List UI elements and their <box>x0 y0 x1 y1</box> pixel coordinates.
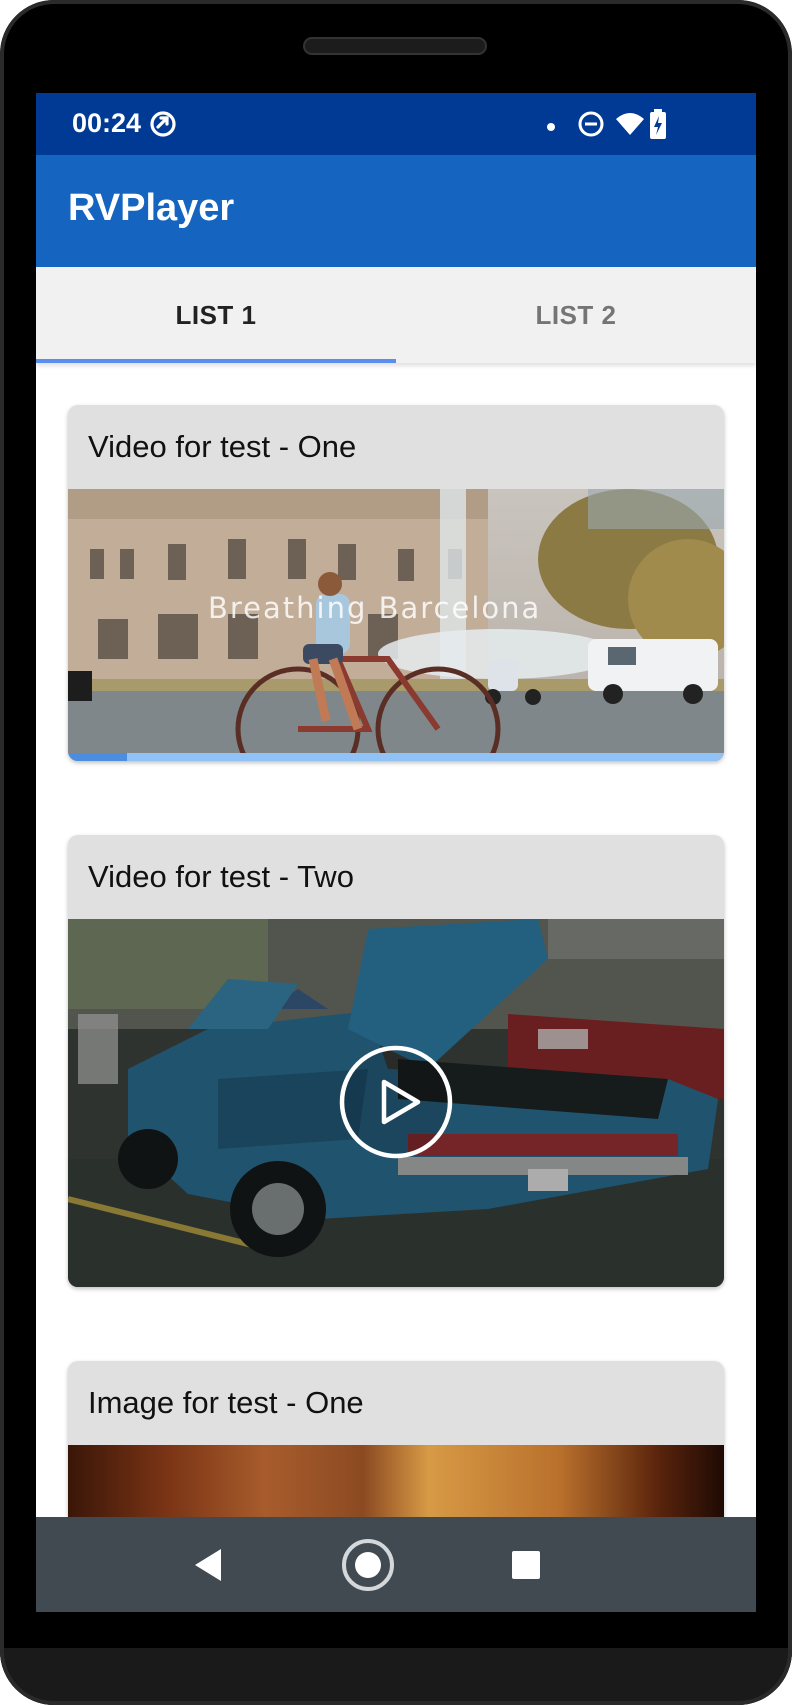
media-card-video-two[interactable]: Video for test - Two <box>68 835 724 1287</box>
video-thumbnail-barcelona <box>68 489 724 761</box>
video-player[interactable] <box>68 919 724 1287</box>
do-not-disturb-icon <box>576 105 606 148</box>
video-player[interactable]: Breathing Barcelona <box>68 489 724 761</box>
notification-dot-icon <box>546 119 556 137</box>
play-circle-icon[interactable] <box>338 1044 454 1160</box>
recents-icon[interactable] <box>498 1537 554 1593</box>
status-time: 00:24 <box>72 108 142 138</box>
app-bar: RVPlayer <box>36 155 756 267</box>
video-progress-bar[interactable] <box>68 753 724 761</box>
video-progress-fill <box>68 753 128 761</box>
phone-frame: 00:24 RVPlayer LIST 1 LIST 2 Video for t… <box>0 0 792 1705</box>
battery-charging-icon <box>648 105 668 148</box>
app-title: RVPlayer <box>68 187 235 229</box>
earpiece-speaker <box>303 37 487 55</box>
navigation-bar <box>36 1517 756 1612</box>
status-bar: 00:24 <box>36 93 756 155</box>
screen: 00:24 RVPlayer LIST 1 LIST 2 Video for t… <box>36 93 756 1612</box>
card-title: Image for test - One <box>88 1385 364 1420</box>
media-card-video-one[interactable]: Video for test - One Breathing Barcelona <box>68 405 724 761</box>
back-icon[interactable] <box>181 1537 237 1593</box>
wifi-icon <box>614 105 646 148</box>
sync-icon <box>148 105 178 148</box>
card-title: Video for test - One <box>88 429 357 464</box>
media-list[interactable]: Video for test - One Breathing Barcelona… <box>36 363 756 1612</box>
tab-bar: LIST 1 LIST 2 <box>36 267 756 363</box>
tab-list-2[interactable]: LIST 2 <box>396 267 756 363</box>
video-overlay-text: Breathing Barcelona <box>208 591 542 625</box>
card-title: Video for test - Two <box>88 859 354 894</box>
home-icon[interactable] <box>332 1529 404 1601</box>
bottom-bezel <box>0 1648 792 1705</box>
tab-list-1[interactable]: LIST 1 <box>36 267 396 363</box>
